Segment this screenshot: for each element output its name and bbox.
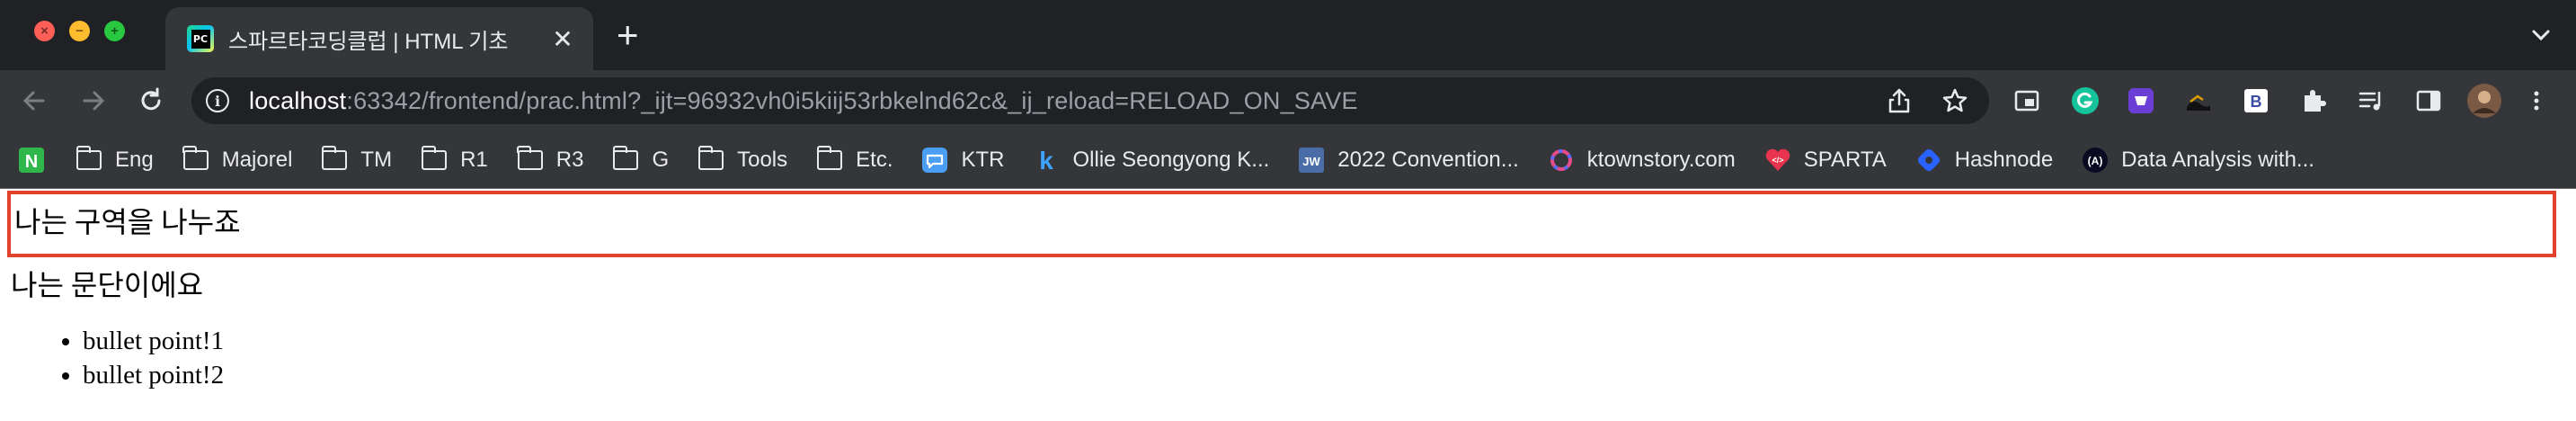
- purple-extension-icon[interactable]: [2123, 83, 2159, 119]
- extensions-puzzle-icon[interactable]: [2296, 83, 2332, 119]
- dark-extension-icon[interactable]: [2181, 83, 2216, 119]
- sparta-logo-icon: </>: [1764, 147, 1791, 174]
- bookmark-ollie[interactable]: k Ollie Seongyong K...: [1033, 147, 1270, 174]
- bookmark-folder-r3[interactable]: R3: [517, 145, 583, 174]
- svg-text:(A): (A): [2088, 155, 2103, 167]
- chat-bubble-icon: [921, 147, 948, 174]
- b-extension-icon[interactable]: B: [2238, 83, 2274, 119]
- folder-icon: [816, 145, 843, 174]
- bookmark-sparta[interactable]: </> SPARTA: [1764, 147, 1887, 174]
- bookmark-ktownstory[interactable]: ktownstory.com: [1548, 147, 1736, 174]
- bookmarks-bar: N Eng Majorel TM R1 R3 G Tools Etc. KTR …: [0, 131, 2576, 189]
- url-text[interactable]: localhost:63342/frontend/prac.html?_ijt=…: [249, 87, 1358, 115]
- tab-close-icon[interactable]: ✕: [548, 24, 577, 54]
- tab-title: 스파르타코딩클럽 | HTML 기초: [228, 29, 509, 54]
- omnibox-actions: [1885, 86, 1969, 115]
- site-info-icon[interactable]: i: [206, 89, 229, 112]
- share-icon[interactable]: [1885, 86, 1914, 115]
- bookmark-star-icon[interactable]: [1941, 86, 1969, 115]
- highlighted-div: 나는 구역을 나누죠: [7, 191, 2556, 257]
- grammarly-extension-icon[interactable]: [2067, 83, 2103, 119]
- profile-avatar[interactable]: [2466, 83, 2502, 119]
- pycharm-favicon-icon: PC: [187, 25, 214, 52]
- window-maximize-button[interactable]: +: [104, 21, 125, 41]
- folder-icon: [421, 145, 448, 174]
- back-button[interactable]: [18, 85, 50, 117]
- paragraph-text: 나는 문단이에요: [11, 269, 204, 301]
- notion-n-icon: N: [18, 147, 45, 174]
- page-viewport: 나는 구역을 나누죠 나는 문단이에요 bullet point!1 bulle…: [0, 189, 2576, 421]
- bookmark-folder-tm[interactable]: TM: [321, 145, 392, 174]
- folder-icon: [697, 145, 724, 174]
- browser-chrome: × − + PC 스파르타코딩클럽 | HTML 기초 ✕ + i localh…: [0, 0, 2576, 189]
- bookmark-folder-r1[interactable]: R1: [421, 145, 488, 174]
- svg-text:B: B: [2251, 93, 2262, 111]
- tab-strip: × − + PC 스파르타코딩클럽 | HTML 기초 ✕ +: [0, 0, 2576, 70]
- folder-icon: [182, 145, 209, 174]
- folder-icon: [321, 145, 348, 174]
- bullet-list: bullet point!1 bullet point!2: [56, 324, 224, 392]
- svg-text:</>: </>: [1772, 156, 1783, 165]
- bookmark-folder-eng[interactable]: Eng: [76, 145, 154, 174]
- folder-icon: [612, 145, 639, 174]
- jw-logo-icon: JW: [1298, 147, 1325, 174]
- toolbar: i localhost:63342/frontend/prac.html?_ij…: [0, 70, 2576, 131]
- bookmark-folder-etc[interactable]: Etc.: [816, 145, 893, 174]
- bookmark-ktr[interactable]: KTR: [921, 147, 1004, 174]
- folder-icon: [76, 145, 102, 174]
- tab-search-chevron-icon[interactable]: [2527, 22, 2554, 49]
- ring-logo-icon: [1548, 147, 1575, 174]
- side-panel-icon[interactable]: [2411, 83, 2447, 119]
- hashnode-logo-icon: [1915, 147, 1942, 174]
- svg-text:JW: JW: [1303, 155, 1321, 168]
- a-logo-icon: (A): [2082, 147, 2109, 174]
- picture-in-picture-icon[interactable]: [2009, 83, 2045, 119]
- folder-icon: [517, 145, 544, 174]
- window-controls: × − +: [34, 21, 125, 41]
- svg-text:N: N: [25, 152, 38, 172]
- window-minimize-button[interactable]: −: [69, 21, 90, 41]
- media-control-icon[interactable]: [2353, 83, 2389, 119]
- browser-menu-icon[interactable]: [2518, 83, 2554, 119]
- bookmark-folder-tools[interactable]: Tools: [697, 145, 787, 174]
- bookmark-hashnode[interactable]: Hashnode: [1915, 147, 2053, 174]
- bookmark-notion[interactable]: N: [18, 147, 45, 174]
- bookmark-folder-majorel[interactable]: Majorel: [182, 145, 292, 174]
- window-close-button[interactable]: ×: [34, 21, 55, 41]
- div-text: 나는 구역을 나누죠: [14, 206, 241, 238]
- bookmark-data-analysis[interactable]: (A) Data Analysis with...: [2082, 147, 2314, 174]
- reload-button[interactable]: [135, 85, 167, 117]
- k-logo-icon: k: [1033, 147, 1060, 174]
- address-bar[interactable]: i localhost:63342/frontend/prac.html?_ij…: [191, 77, 1989, 124]
- bookmark-convention[interactable]: JW 2022 Convention...: [1298, 147, 1519, 174]
- forward-button[interactable]: [77, 85, 110, 117]
- active-tab[interactable]: PC 스파르타코딩클럽 | HTML 기초 ✕: [165, 7, 593, 70]
- new-tab-button[interactable]: +: [617, 16, 639, 54]
- svg-text:k: k: [1040, 147, 1054, 174]
- list-item: bullet point!1: [83, 324, 224, 358]
- list-item: bullet point!2: [83, 358, 224, 392]
- bookmark-folder-g[interactable]: G: [612, 145, 669, 174]
